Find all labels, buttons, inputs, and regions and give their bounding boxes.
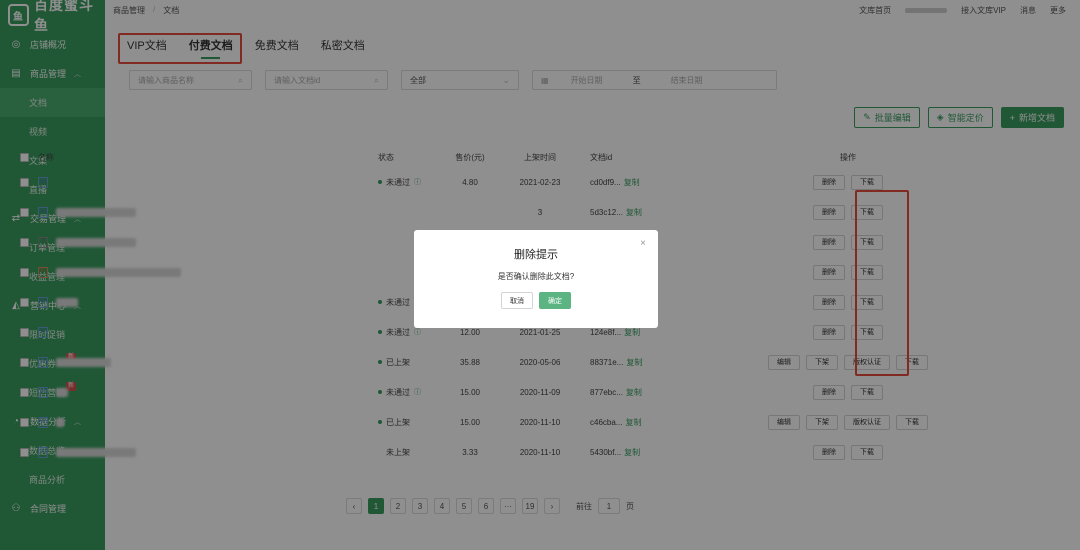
cancel-button[interactable]: 取消 <box>501 292 533 309</box>
delete-confirm-dialog: 删除提示 × 是否确认删除此文档? 取消 确定 <box>414 230 658 328</box>
dialog-message: 是否确认删除此文档? <box>497 272 575 281</box>
dialog-title: 删除提示 <box>514 249 558 261</box>
dialog-buttons: 取消 确定 <box>414 292 658 309</box>
close-icon[interactable]: × <box>640 238 646 249</box>
confirm-button[interactable]: 确定 <box>539 292 571 309</box>
